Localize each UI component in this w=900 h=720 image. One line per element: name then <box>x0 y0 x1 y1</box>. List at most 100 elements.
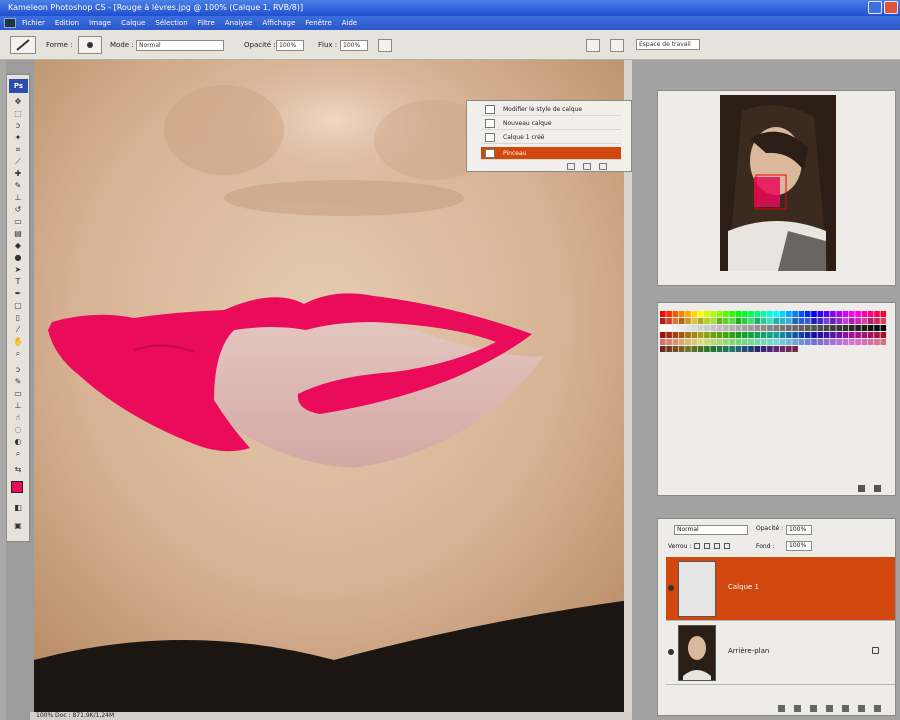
delete-layer-icon[interactable] <box>874 705 881 712</box>
slice-tool-icon[interactable]: ⟋ <box>12 157 24 166</box>
color-swatch[interactable] <box>741 311 748 317</box>
color-swatch[interactable] <box>691 339 698 345</box>
menu-view[interactable]: Affichage <box>262 19 295 27</box>
color-swatch[interactable] <box>760 325 767 331</box>
color-swatch[interactable] <box>811 318 817 324</box>
color-swatch[interactable] <box>861 332 868 338</box>
color-swatch[interactable] <box>716 332 723 338</box>
color-swatch[interactable] <box>779 346 786 352</box>
color-swatch[interactable] <box>760 332 767 338</box>
color-swatch[interactable] <box>779 318 786 324</box>
color-swatch[interactable] <box>849 339 855 345</box>
lock-all-icon[interactable] <box>724 543 730 549</box>
color-swatch[interactable] <box>697 325 704 331</box>
brush-preset-button[interactable] <box>10 36 36 54</box>
color-swatch[interactable] <box>741 325 748 331</box>
color-swatch[interactable] <box>779 332 786 338</box>
minimize-icon[interactable] <box>868 1 882 14</box>
trash-icon[interactable] <box>599 163 607 170</box>
color-swatch[interactable] <box>704 339 710 345</box>
color-swatch[interactable] <box>735 332 742 338</box>
blend-mode-select[interactable]: Normal <box>674 525 748 535</box>
color-swatch[interactable] <box>748 339 754 345</box>
color-swatch[interactable] <box>823 318 830 324</box>
color-swatch[interactable] <box>716 339 723 345</box>
color-swatch[interactable] <box>697 339 704 345</box>
new-adjustment-icon[interactable] <box>842 705 849 712</box>
color-swatch[interactable] <box>767 339 773 345</box>
color-swatch[interactable] <box>855 318 861 324</box>
color-swatch[interactable] <box>710 318 716 324</box>
color-swatch[interactable] <box>811 332 817 338</box>
swap-colors-icon[interactable]: ⇆ <box>12 465 24 474</box>
history-item-active[interactable]: Pinceau <box>481 147 621 160</box>
layer-mask-icon[interactable] <box>810 705 817 712</box>
color-swatch[interactable] <box>792 318 798 324</box>
color-swatch[interactable] <box>842 332 849 338</box>
color-swatch[interactable] <box>804 318 811 324</box>
flow-input[interactable]: 100% <box>340 40 368 51</box>
layer-row-background[interactable]: Arrière-plan <box>666 621 895 685</box>
color-swatch[interactable] <box>735 339 742 345</box>
color-swatch[interactable] <box>710 325 716 331</box>
dodge-tool-icon[interactable]: ● <box>12 253 24 262</box>
layer-style-icon[interactable] <box>794 705 801 712</box>
color-swatch[interactable] <box>754 339 761 345</box>
color-swatch[interactable] <box>729 311 735 317</box>
color-swatch[interactable] <box>704 346 710 352</box>
lock-pixels-icon[interactable] <box>704 543 710 549</box>
color-swatch[interactable] <box>729 325 735 331</box>
new-layer-icon[interactable] <box>858 705 865 712</box>
color-swatch[interactable] <box>754 325 761 331</box>
workspace-select[interactable]: Espace de travail <box>636 39 700 50</box>
color-swatch[interactable] <box>855 325 861 331</box>
color-swatch[interactable] <box>867 325 874 331</box>
color-swatch[interactable] <box>729 318 735 324</box>
screen-mode-icon[interactable]: ▣ <box>12 521 24 530</box>
color-swatch[interactable] <box>861 339 868 345</box>
color-swatch[interactable] <box>704 332 710 338</box>
color-swatch[interactable] <box>754 311 761 317</box>
color-swatch[interactable] <box>660 318 666 324</box>
color-swatch[interactable] <box>861 325 868 331</box>
color-swatch[interactable] <box>716 311 723 317</box>
color-swatch[interactable] <box>678 318 685 324</box>
menu-edit[interactable]: Edition <box>55 19 79 27</box>
color-swatch[interactable] <box>836 325 842 331</box>
color-swatch[interactable] <box>817 325 824 331</box>
navigator-thumbnail[interactable] <box>658 91 897 287</box>
color-swatch[interactable] <box>741 318 748 324</box>
color-swatch[interactable] <box>874 325 880 331</box>
color-swatch[interactable] <box>823 339 830 345</box>
color-swatch[interactable] <box>735 311 742 317</box>
color-swatch[interactable] <box>836 332 842 338</box>
color-swatch[interactable] <box>760 346 767 352</box>
color-swatch[interactable] <box>817 311 824 317</box>
new-group-icon[interactable] <box>826 705 833 712</box>
color-swatch[interactable] <box>817 339 824 345</box>
color-swatch[interactable] <box>786 346 792 352</box>
color-swatch[interactable] <box>685 346 691 352</box>
color-swatch[interactable] <box>880 311 887 317</box>
color-swatch[interactable] <box>830 318 836 324</box>
color-swatch[interactable] <box>723 332 729 338</box>
color-swatch[interactable] <box>867 332 874 338</box>
color-swatch[interactable] <box>748 332 754 338</box>
color-swatch[interactable] <box>697 332 704 338</box>
path-selection-tool-icon[interactable]: ➤ <box>12 265 24 274</box>
color-swatch[interactable] <box>817 332 824 338</box>
color-swatch[interactable] <box>754 332 761 338</box>
color-swatch[interactable] <box>735 346 742 352</box>
palette-well-icon[interactable] <box>610 39 624 52</box>
color-swatch[interactable] <box>773 318 779 324</box>
mode-select[interactable]: Normal <box>136 40 224 51</box>
healing-brush-tool-icon[interactable]: ✚ <box>12 169 24 178</box>
color-swatch[interactable] <box>660 311 666 317</box>
color-swatch[interactable] <box>817 318 824 324</box>
app-icon[interactable] <box>4 18 16 28</box>
color-swatch[interactable] <box>754 318 761 324</box>
color-swatch[interactable] <box>666 325 672 331</box>
color-swatch[interactable] <box>716 325 723 331</box>
color-swatch[interactable] <box>874 339 880 345</box>
color-swatch[interactable] <box>716 318 723 324</box>
